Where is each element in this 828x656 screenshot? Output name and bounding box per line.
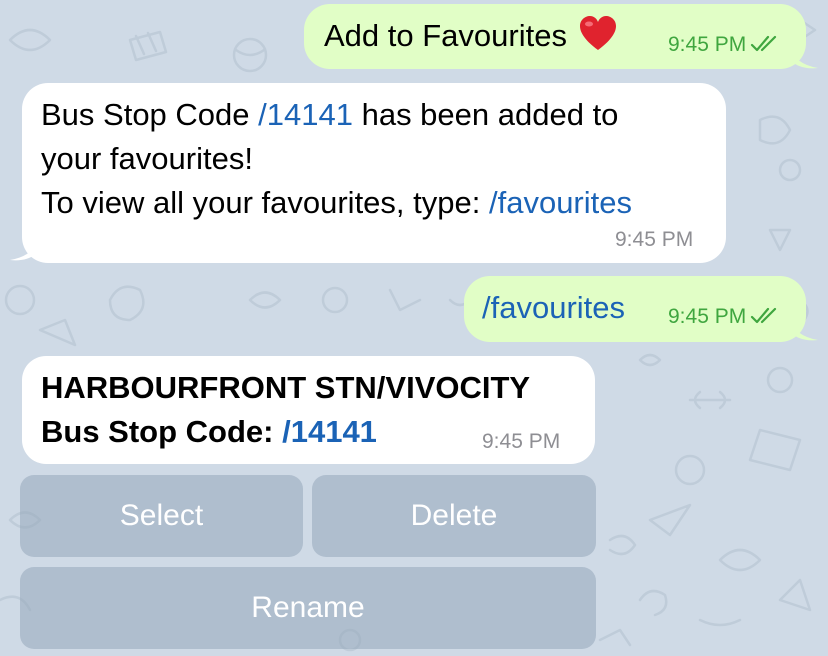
outgoing-message-favourites-command: /favourites 9:45 PM	[464, 276, 806, 342]
red-heart-icon	[579, 16, 616, 50]
double-check-icon	[751, 307, 777, 324]
outgoing-message-add-to-favourites: Add to Favourites 9:45 PM	[304, 4, 806, 69]
incoming-message-favourite-entry: HARBOURFRONT STN/VIVOCITY Bus Stop Code:…	[22, 356, 595, 464]
message-time: 9:45 PM	[668, 305, 780, 329]
message-line-1: Bus Stop Code /14141 has been added to	[41, 97, 619, 132]
message-line-3: To view all your favourites, type: /favo…	[41, 185, 632, 220]
rename-button[interactable]: Rename	[20, 567, 596, 649]
bus-stop-name: HARBOURFRONT STN/VIVOCITY	[41, 370, 531, 405]
delete-button[interactable]: Delete	[312, 475, 596, 557]
message-text: Bus Stop Code /14141 has been added to y…	[41, 93, 632, 225]
message-text: /favourites	[482, 286, 625, 330]
favourites-command-link[interactable]: /favourites	[482, 290, 625, 325]
favourites-command-link[interactable]: /favourites	[489, 185, 632, 220]
bus-stop-code-link[interactable]: /14141	[282, 414, 377, 449]
select-button[interactable]: Select	[20, 475, 303, 557]
message-time: 9:45 PM	[615, 228, 694, 251]
bus-stop-code-line: Bus Stop Code: /14141	[41, 414, 377, 449]
incoming-message-added-confirmation: Bus Stop Code /14141 has been added to y…	[22, 83, 726, 263]
double-check-icon	[751, 35, 777, 52]
message-line-2: your favourites!	[41, 141, 253, 176]
message-text: Add to Favourites	[324, 14, 617, 58]
bus-stop-code-link[interactable]: /14141	[258, 97, 353, 132]
message-time: 9:45 PM	[482, 430, 561, 453]
message-text-label: Add to Favourites	[324, 18, 567, 53]
message-text: HARBOURFRONT STN/VIVOCITY Bus Stop Code:…	[41, 366, 530, 454]
message-time: 9:45 PM	[668, 33, 780, 57]
